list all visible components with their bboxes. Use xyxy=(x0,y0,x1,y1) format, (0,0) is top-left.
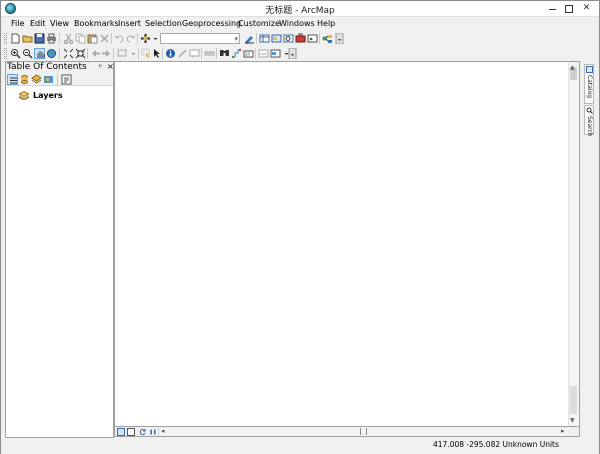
open-folder-icon[interactable] xyxy=(22,33,33,44)
layers-label: Layers xyxy=(33,91,63,100)
go-to-xy-icon[interactable]: XY xyxy=(243,48,254,59)
toolbar-options-icon[interactable] xyxy=(334,33,344,44)
svg-text:XY: XY xyxy=(245,52,251,57)
catalog-dock-tab[interactable]: Catalog xyxy=(584,64,594,104)
pause-drawing-icon[interactable] xyxy=(149,428,157,436)
forward-extent-icon[interactable] xyxy=(101,48,112,59)
layout-view-button[interactable] xyxy=(127,428,135,436)
time-slider-icon[interactable] xyxy=(258,48,269,59)
select-elements-icon[interactable] xyxy=(151,48,162,59)
chevron-down-icon[interactable] xyxy=(128,48,136,59)
menu-help[interactable]: Help xyxy=(317,19,335,28)
editor-toolbar-icon[interactable] xyxy=(244,33,255,44)
modelbuilder-icon[interactable] xyxy=(322,33,333,44)
vertical-scroll-thumb[interactable] xyxy=(570,386,577,414)
map-display[interactable] xyxy=(114,61,580,427)
menu-selection[interactable]: Selection xyxy=(145,19,182,28)
save-icon[interactable] xyxy=(34,33,45,44)
scroll-up-icon[interactable]: ▲ xyxy=(570,64,575,71)
select-by-graphics-icon[interactable] xyxy=(117,48,128,59)
menu-geoprocessing[interactable]: Geoprocessing xyxy=(182,19,241,28)
coordinate-readout: 417.008 -295.082 Unknown Units xyxy=(433,440,559,449)
find-icon[interactable] xyxy=(219,48,230,59)
minimize-button[interactable] xyxy=(546,3,559,14)
search-dock-tab[interactable]: Search xyxy=(584,105,594,137)
toolbar-options-icon[interactable] xyxy=(287,48,297,59)
python-window-icon[interactable] xyxy=(307,33,318,44)
toolbar-grip[interactable] xyxy=(4,48,7,59)
full-extent-icon[interactable] xyxy=(46,48,57,59)
new-document-icon[interactable] xyxy=(10,33,21,44)
menu-bookmarks[interactable]: Bookmarks xyxy=(74,19,119,28)
hyperlink-icon[interactable] xyxy=(177,48,188,59)
pan-icon[interactable] xyxy=(34,48,45,59)
cut-icon[interactable] xyxy=(63,33,74,44)
maximize-button[interactable] xyxy=(562,3,575,14)
tools-toolbar: XY xyxy=(1,46,599,61)
back-extent-icon[interactable] xyxy=(90,48,101,59)
pin-icon[interactable]: ᵖ xyxy=(99,63,102,71)
toc-header: Table Of Contents ᵖ × xyxy=(6,62,114,73)
layers-icon xyxy=(17,90,31,101)
table-window-icon[interactable] xyxy=(259,33,270,44)
measure-icon[interactable] xyxy=(204,48,215,59)
status-bar: 417.008 -295.082 Unknown Units xyxy=(1,438,599,454)
arcmap-window: 无标题 - ArcMap ✕ File Edit View Bookmarks … xyxy=(0,0,600,454)
find-route-icon[interactable] xyxy=(231,48,242,59)
redo-icon[interactable] xyxy=(125,33,136,44)
print-icon[interactable] xyxy=(46,33,57,44)
vertical-scrollbar[interactable] xyxy=(568,62,579,426)
toc-toolbar xyxy=(6,73,113,86)
zoom-out-icon[interactable] xyxy=(22,48,33,59)
fixed-zoom-out-icon[interactable] xyxy=(75,48,86,59)
menu-windows[interactable]: Windows xyxy=(279,19,315,28)
refresh-icon[interactable] xyxy=(139,428,147,436)
menu-view[interactable]: View xyxy=(50,19,69,28)
toc-options-icon[interactable] xyxy=(61,74,72,85)
close-button[interactable]: ✕ xyxy=(580,3,593,14)
delete-icon[interactable] xyxy=(99,33,110,44)
catalog-window-icon[interactable] xyxy=(271,33,282,44)
chevron-down-icon[interactable] xyxy=(281,48,289,59)
add-data-dropdown-icon[interactable] xyxy=(150,33,158,44)
undo-icon[interactable] xyxy=(114,33,125,44)
menu-edit[interactable]: Edit xyxy=(30,19,46,28)
fixed-zoom-in-icon[interactable] xyxy=(63,48,74,59)
data-view-button[interactable] xyxy=(117,428,125,436)
horizontal-scroll-thumb[interactable] xyxy=(360,428,367,435)
viewer-window-icon[interactable] xyxy=(270,48,281,59)
list-by-visibility-icon[interactable] xyxy=(31,74,42,85)
scroll-down-icon[interactable]: ▼ xyxy=(570,417,575,424)
zoom-in-icon[interactable] xyxy=(10,48,21,59)
html-popup-icon[interactable] xyxy=(189,48,200,59)
scroll-left-icon[interactable]: ◂ xyxy=(161,427,165,435)
window-title: 无标题 - ArcMap xyxy=(265,6,335,16)
scroll-right-icon[interactable]: ▸ xyxy=(561,427,565,435)
search-icon xyxy=(586,107,593,114)
toc-title: Table Of Contents xyxy=(7,62,87,72)
menu-bar: File Edit View Bookmarks Insert Selectio… xyxy=(1,17,599,31)
copy-icon[interactable] xyxy=(75,33,86,44)
list-by-selection-icon[interactable] xyxy=(43,74,54,85)
table-of-contents-panel: Table Of Contents ᵖ × Layers xyxy=(5,61,114,438)
menu-customize[interactable]: Customize xyxy=(238,19,280,28)
map-scale-input[interactable]: ▾ xyxy=(160,33,240,44)
list-by-drawing-order-icon[interactable] xyxy=(7,74,18,85)
standard-toolbar: ▾ xyxy=(1,31,599,46)
menu-insert[interactable]: Insert xyxy=(118,19,141,28)
list-by-source-icon[interactable] xyxy=(19,74,30,85)
chevron-down-icon[interactable]: ▾ xyxy=(234,35,238,43)
identify-icon[interactable] xyxy=(165,48,176,59)
arctoolbox-icon[interactable] xyxy=(295,33,306,44)
search-window-icon[interactable] xyxy=(283,33,294,44)
toolbar-grip[interactable] xyxy=(4,33,7,44)
paste-icon[interactable] xyxy=(87,33,98,44)
close-icon[interactable]: × xyxy=(107,62,114,71)
catalog-icon xyxy=(586,66,593,73)
title-bar: 无标题 - ArcMap ✕ xyxy=(1,1,599,17)
menu-file[interactable]: File xyxy=(11,19,24,28)
